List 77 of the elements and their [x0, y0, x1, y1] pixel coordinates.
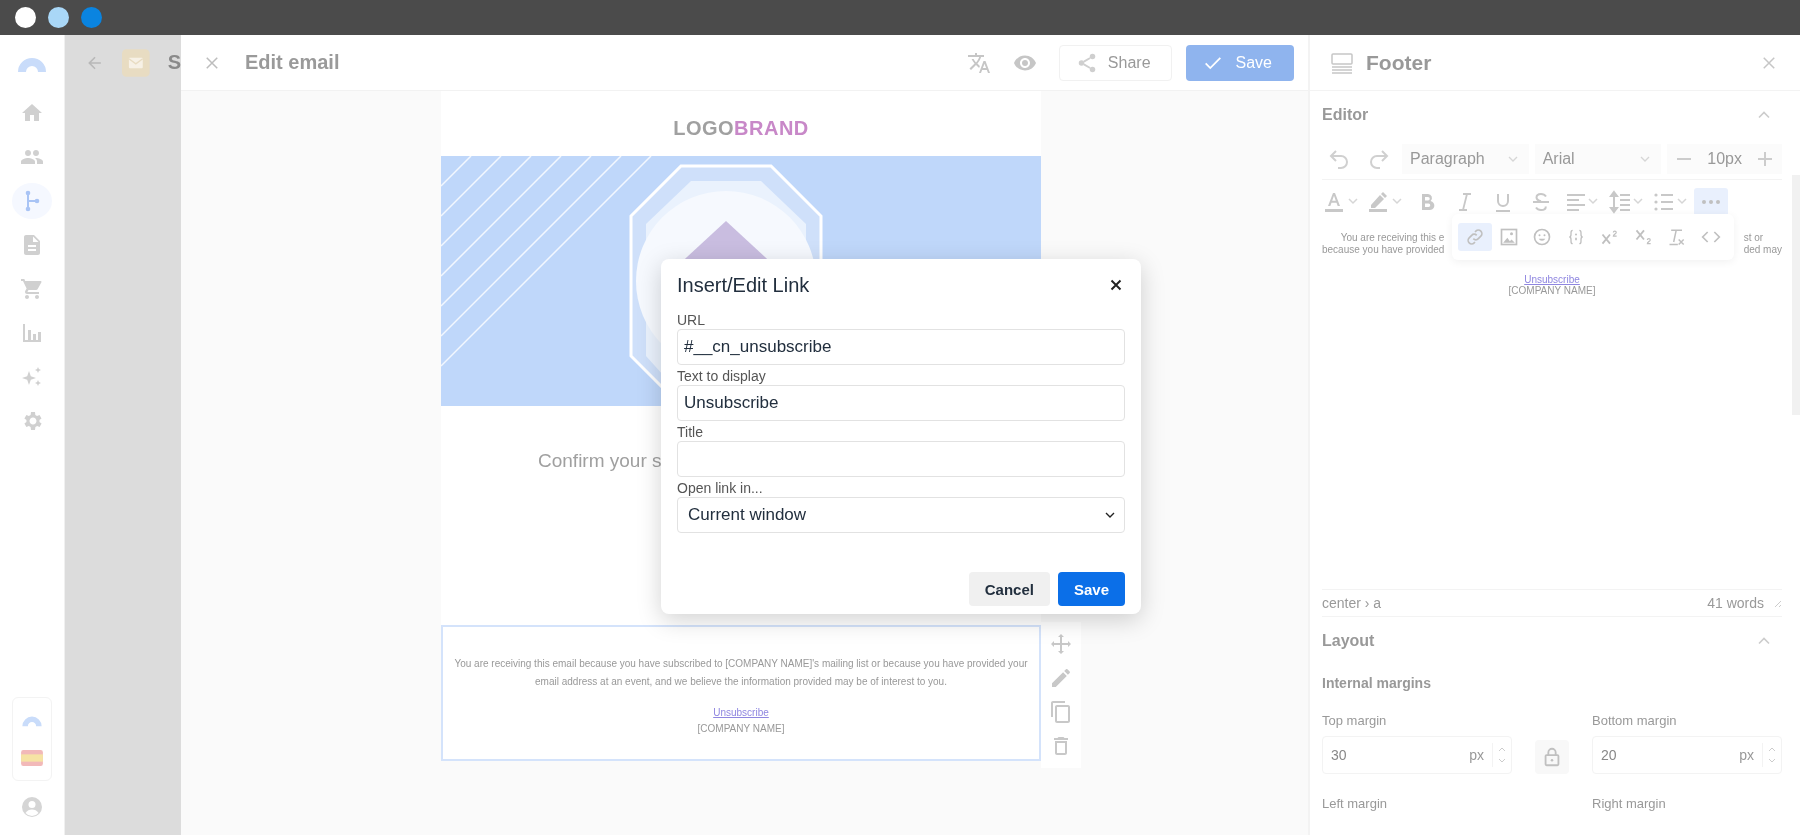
target-dropdown[interactable]: Current window	[677, 497, 1125, 533]
field-label: Right margin	[1592, 796, 1667, 811]
preview-text: st or	[1743, 232, 1764, 244]
stepper-icon[interactable]	[1762, 743, 1777, 767]
editor-title: Edit email	[245, 51, 340, 74]
field-label: Top margin	[1322, 713, 1388, 728]
font-size-value: 10px	[1707, 150, 1742, 168]
text-color-icon[interactable]	[1325, 190, 1359, 214]
workspace-card[interactable]	[12, 697, 52, 781]
word-count: 41 words	[1707, 595, 1764, 611]
field-label: Text to display	[677, 367, 767, 385]
cart-icon	[20, 277, 44, 301]
nav-item[interactable]	[12, 183, 52, 219]
text-editor-area[interactable]: You are receiving this e because you have provided st or ded may Unsubscribe [COMPANY NAME]	[1322, 224, 1782, 590]
cancel-button[interactable]: Cancel	[968, 572, 1050, 606]
field-label: Open link in...	[677, 479, 764, 497]
page-title: S	[167, 51, 181, 74]
number-field[interactable]: 20 px	[1592, 736, 1782, 774]
email-headline: Confirm your s	[538, 450, 662, 472]
toolbar-button[interactable]	[1458, 223, 1492, 251]
envelope-icon	[122, 46, 150, 79]
more-button[interactable]	[1694, 188, 1728, 216]
font-size-stepper[interactable]: 10px	[1667, 144, 1782, 174]
field-label: URL	[677, 311, 706, 329]
field-label: Bottom margin	[1592, 713, 1678, 728]
preview-text: ded may	[1743, 244, 1782, 256]
subsection-title: Internal margins	[1322, 675, 1432, 691]
undo-icon[interactable]	[1327, 147, 1351, 171]
smiley-icon	[1532, 227, 1553, 247]
window-dot[interactable]	[48, 7, 69, 28]
input-field[interactable]	[677, 441, 1125, 477]
dots-icon	[1701, 199, 1721, 205]
translate-icon[interactable]	[966, 50, 991, 75]
image-icon	[1498, 227, 1519, 247]
field-label: Title	[677, 423, 704, 441]
window-dot[interactable]	[15, 7, 36, 28]
footer-block[interactable]	[441, 625, 1041, 761]
font-dropdown[interactable]: Arial	[1534, 144, 1662, 174]
number-field[interactable]: 30 px	[1322, 736, 1512, 774]
resize-handle-icon[interactable]	[1772, 598, 1782, 608]
subscript-icon	[1633, 227, 1654, 247]
unsubscribe-link[interactable]: Unsubscribe	[713, 707, 769, 718]
input-field[interactable]: #__cn_unsubscribe	[677, 329, 1125, 365]
redo-icon[interactable]	[1367, 147, 1391, 171]
dialog-title: Insert/Edit Link	[677, 273, 810, 297]
window-dot[interactable]	[81, 7, 102, 28]
section-title: Layout	[1322, 632, 1375, 650]
input-field[interactable]: Unsubscribe	[677, 385, 1125, 421]
save-button[interactable]: Save	[1057, 572, 1125, 606]
element-path: center › a	[1322, 595, 1382, 611]
lock-button[interactable]	[1535, 740, 1569, 774]
section-title: Editor	[1322, 106, 1369, 124]
preview-text: because you have provided	[1322, 244, 1445, 256]
pencil-icon[interactable]	[1049, 666, 1073, 690]
preview-text: You are receiving this e	[1340, 232, 1445, 244]
logo: LOGOBRAND	[673, 117, 809, 140]
block-format-dropdown[interactable]: Paragraph	[1402, 144, 1529, 174]
user-avatar-icon[interactable]	[20, 795, 44, 819]
bar-chart-icon	[20, 321, 44, 345]
panel-title: Footer	[1366, 50, 1432, 75]
stepper-icon[interactable]	[1492, 743, 1507, 767]
footer-layout-icon	[1330, 50, 1354, 75]
unsubscribe-link[interactable]: Unsubscribe	[1524, 274, 1580, 285]
field-label: Left margin	[1322, 796, 1389, 811]
share-button[interactable]: Share	[1058, 44, 1172, 81]
unit-label: px	[1469, 747, 1484, 763]
company-name: [COMPANY NAME]	[697, 723, 785, 734]
flag-icon	[21, 750, 43, 766]
move-icon[interactable]	[1049, 632, 1073, 656]
company-name: [COMPANY NAME]	[1508, 285, 1596, 296]
highlight-icon[interactable]	[1369, 190, 1403, 214]
footer-text: You are receiving this email because you have subscribed to [COMPANY NAME]'s mailing list or because you have provided your email address at an event, and we believe the information provided may be of interest to you.	[453, 657, 1029, 689]
unit-label: px	[1739, 747, 1754, 763]
line-height-icon[interactable]	[1609, 190, 1643, 214]
link-icon	[1464, 227, 1485, 247]
save-button[interactable]: Save	[1185, 44, 1294, 81]
copy-icon[interactable]	[1049, 700, 1073, 724]
